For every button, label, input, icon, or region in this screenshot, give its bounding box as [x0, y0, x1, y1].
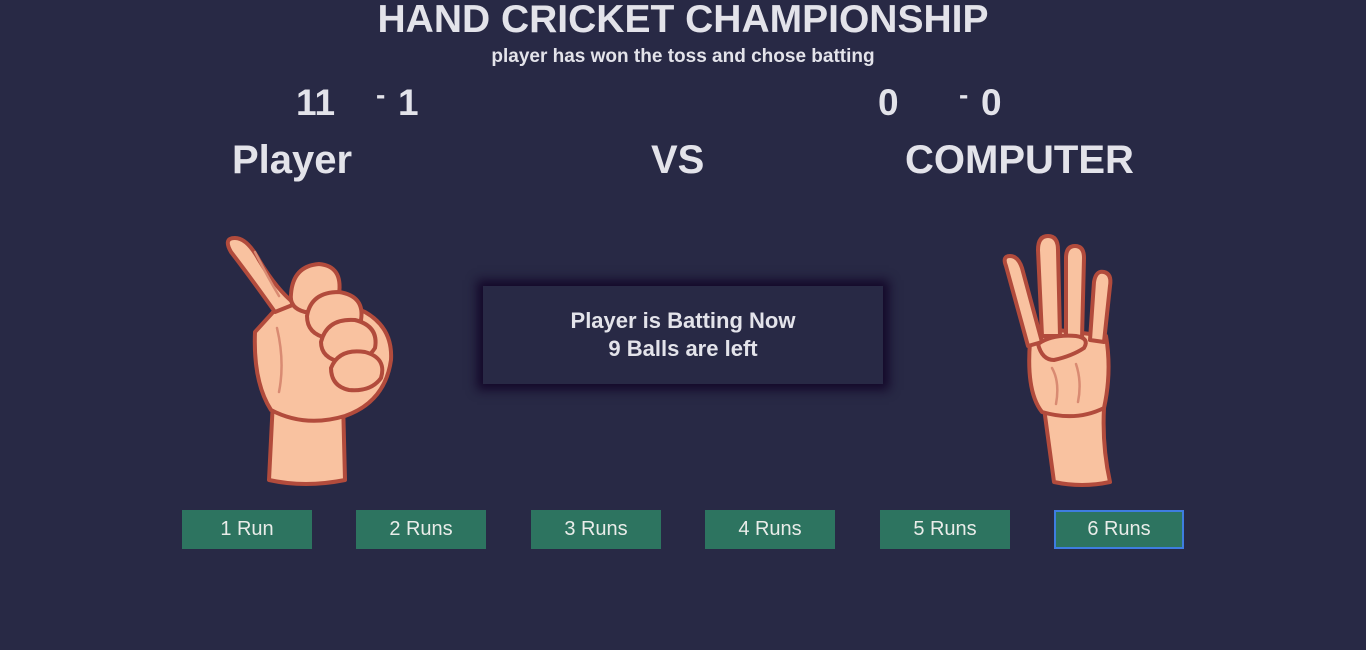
computer-runs: 0	[878, 82, 899, 123]
balls-left-text: 9 Balls are left	[608, 336, 758, 361]
player-name: Player	[232, 138, 353, 182]
run-button-2[interactable]: 2 Runs	[356, 510, 486, 549]
toss-result-text: player has won the toss and chose battin…	[491, 46, 875, 67]
computer-name: COMPUTER	[905, 138, 1134, 182]
game-title: HAND CRICKET CHAMPIONSHIP	[377, 0, 989, 41]
player-wickets: 1	[398, 82, 419, 123]
player-runs: 11	[296, 82, 336, 123]
run-button-6[interactable]: 6 Runs	[1054, 510, 1184, 549]
match-status-box: Player is Batting Now 9 Balls are left	[483, 286, 883, 384]
run-button-4[interactable]: 4 Runs	[705, 510, 835, 549]
batting-status-text: Player is Batting Now	[570, 308, 796, 333]
game-screen: HAND CRICKET CHAMPIONSHIP player has won…	[0, 0, 1366, 650]
computer-wickets: 0	[981, 82, 1002, 123]
versus-label: VS	[651, 138, 705, 182]
run-button-1[interactable]: 1 Run	[182, 510, 312, 549]
thumbs-up-hand-icon	[225, 236, 394, 486]
four-fingers-hand-icon	[1002, 234, 1113, 487]
run-button-5[interactable]: 5 Runs	[880, 510, 1010, 549]
computer-score-separator: -	[959, 79, 969, 110]
run-button-3[interactable]: 3 Runs	[531, 510, 661, 549]
player-score-separator: -	[376, 79, 386, 110]
